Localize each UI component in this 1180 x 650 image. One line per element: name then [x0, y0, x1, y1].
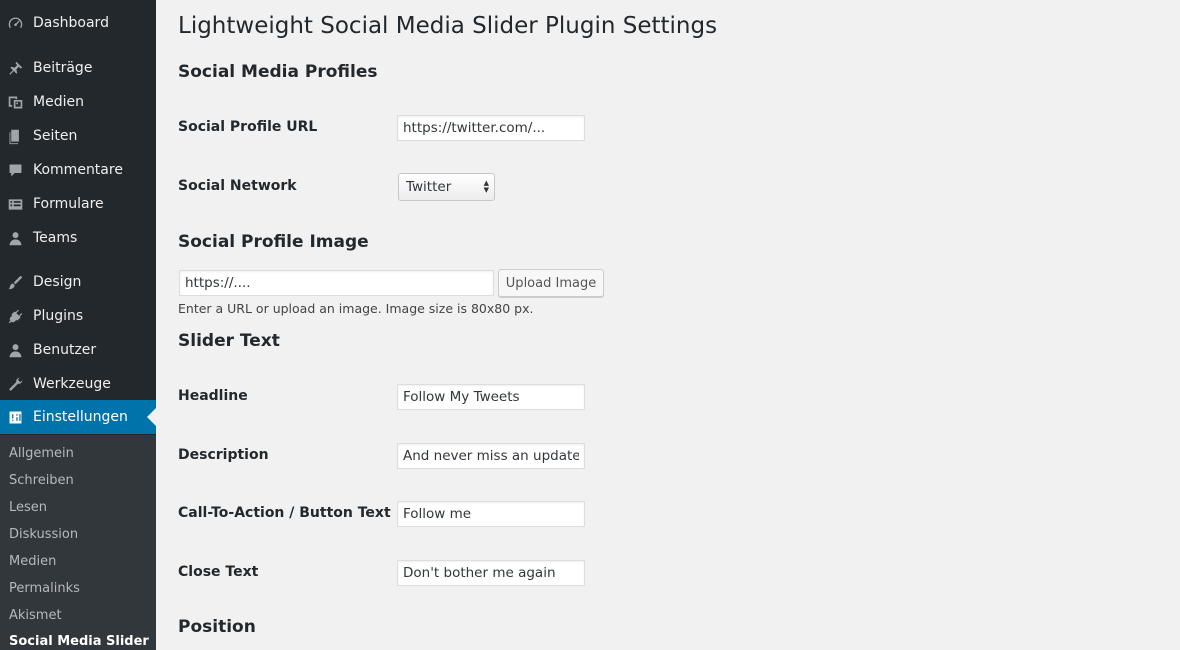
pages-icon: [6, 127, 24, 145]
profile-image-description: Enter a URL or upload an image. Image si…: [178, 301, 534, 316]
pin-icon: [6, 59, 24, 77]
page-title: Lightweight Social Media Slider Plugin S…: [178, 13, 718, 39]
submenu-item-social-media-slider[interactable]: Social Media Slider: [9, 634, 149, 649]
close-text-input[interactable]: [397, 560, 585, 586]
wrench-icon: [6, 375, 24, 393]
sidebar-item-label: Einstellungen: [33, 409, 128, 425]
sidebar-item-seiten[interactable]: Seiten: [0, 119, 156, 153]
profile-url-label: Social Profile URL: [178, 119, 318, 135]
submenu-item-akismet[interactable]: Akismet: [9, 608, 62, 623]
upload-image-button[interactable]: Upload Image: [498, 269, 604, 297]
sidebar-item-label: Seiten: [33, 128, 78, 144]
social-network-label: Social Network: [178, 178, 297, 194]
sidebar-item-benutzer[interactable]: Benutzer: [0, 333, 156, 367]
app-window: Dashboard Beiträge Medien Seiten Komment: [0, 0, 1180, 650]
settings-sliders-icon: [6, 408, 24, 426]
sidebar-item-label: Formulare: [33, 196, 104, 212]
select-arrows-icon: ▲ ▼: [483, 179, 489, 194]
sidebar-item-label: Plugins: [33, 308, 84, 324]
sidebar-item-formulare[interactable]: Formulare: [0, 187, 156, 221]
media-icon: [6, 93, 24, 111]
description-label: Description: [178, 447, 269, 463]
sidebar-item-label: Teams: [33, 230, 78, 246]
social-network-selected-value: Twitter: [406, 179, 452, 195]
comment-icon: [6, 161, 24, 179]
section-title-slider-text: Slider Text: [178, 331, 280, 351]
sidebar-item-teams[interactable]: Teams: [0, 221, 156, 255]
section-title-profile-image: Social Profile Image: [178, 232, 369, 252]
sidebar-item-einstellungen[interactable]: Einstellungen: [0, 400, 156, 434]
cta-input[interactable]: [397, 501, 585, 527]
submenu-item-schreiben[interactable]: Schreiben: [9, 473, 74, 488]
submenu-item-medien[interactable]: Medien: [9, 554, 56, 569]
headline-input[interactable]: [397, 384, 585, 410]
submenu-item-diskussion[interactable]: Diskussion: [9, 527, 78, 542]
section-title-profiles: Social Media Profiles: [178, 62, 378, 82]
team-icon: [6, 229, 24, 247]
headline-label: Headline: [178, 388, 248, 404]
sidebar-item-label: Kommentare: [33, 162, 123, 178]
sidebar-item-label: Werkzeuge: [33, 376, 111, 392]
sidebar-item-kommentare[interactable]: Kommentare: [0, 153, 156, 187]
sidebar-item-design[interactable]: Design: [0, 265, 156, 299]
form-icon: [6, 195, 24, 213]
sidebar-item-label: Beiträge: [33, 60, 93, 76]
close-text-label: Close Text: [178, 564, 259, 580]
profile-image-url-input[interactable]: [179, 270, 494, 296]
sidebar-item-label: Dashboard: [33, 15, 109, 31]
settings-submenu: Allgemein Schreiben Lesen Diskussion Med…: [0, 435, 156, 650]
sidebar-item-dashboard[interactable]: Dashboard: [0, 6, 156, 40]
submenu-item-allgemein[interactable]: Allgemein: [9, 446, 74, 461]
sidebar-item-label: Design: [33, 274, 82, 290]
submenu-item-permalinks[interactable]: Permalinks: [9, 581, 80, 596]
settings-content: Lightweight Social Media Slider Plugin S…: [156, 0, 1180, 650]
sidebar-item-plugins[interactable]: Plugins: [0, 299, 156, 333]
brush-icon: [6, 273, 24, 291]
social-network-select[interactable]: Twitter ▲ ▼: [398, 173, 495, 201]
section-title-position: Position: [178, 617, 256, 637]
profile-url-input[interactable]: [397, 115, 585, 141]
sidebar-item-werkzeuge[interactable]: Werkzeuge: [0, 367, 156, 401]
sidebar-item-label: Medien: [33, 94, 84, 110]
plugin-icon: [6, 307, 24, 325]
cta-label: Call-To-Action / Button Text: [178, 505, 391, 521]
sidebar-item-label: Benutzer: [33, 342, 97, 358]
description-input[interactable]: [397, 443, 585, 469]
submenu-item-lesen[interactable]: Lesen: [9, 500, 47, 515]
user-icon: [6, 341, 24, 359]
sidebar-item-medien[interactable]: Medien: [0, 85, 156, 119]
sidebar-item-beitraege[interactable]: Beiträge: [0, 51, 156, 85]
admin-sidebar: Dashboard Beiträge Medien Seiten Komment: [0, 0, 156, 650]
dashboard-icon: [6, 14, 24, 32]
